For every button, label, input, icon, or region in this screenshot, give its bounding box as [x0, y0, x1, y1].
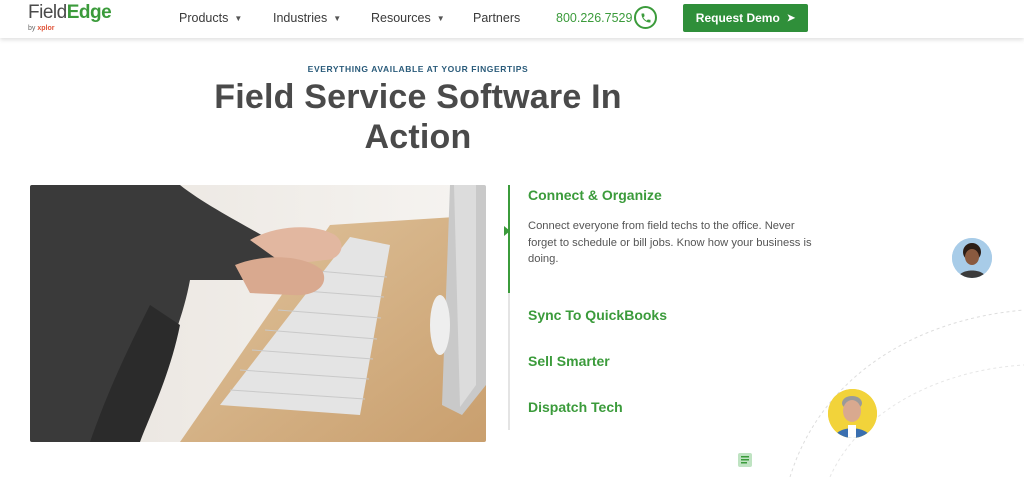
nav-label: Industries	[273, 11, 328, 25]
section-title: Field Service Software In Action	[214, 78, 622, 156]
phone-icon[interactable]	[634, 6, 657, 29]
feature-rail-active	[508, 185, 510, 293]
feature-tab-sync-quickbooks[interactable]: Sync To QuickBooks	[528, 307, 667, 323]
feature-tab-sell-smarter[interactable]: Sell Smarter	[528, 353, 610, 369]
document-icon	[737, 452, 753, 468]
logo-text-field: Field	[28, 2, 67, 23]
avatar-technician-man	[828, 389, 877, 438]
section-eyebrow: EVERYTHING AVAILABLE AT YOUR FINGERTIPS	[307, 64, 529, 74]
logo-sub-prefix: by	[28, 25, 36, 32]
request-demo-button[interactable]: Request Demo ➤	[683, 4, 808, 32]
nav-item-industries[interactable]: Industries ▼	[273, 11, 341, 25]
phone-number-link[interactable]: 800.226.7529	[556, 11, 632, 25]
typing-keyboard-photo	[30, 185, 486, 442]
chevron-down-icon: ▼	[234, 13, 243, 23]
logo-sub-brand: xplor	[37, 25, 55, 32]
nav-label: Partners	[473, 11, 521, 25]
logo-text-edge: Edge	[66, 2, 112, 23]
site-header: FieldEdge by xplor Products ▼ Industries…	[0, 0, 1024, 38]
nav-label: Resources	[371, 11, 431, 25]
logo-subtitle: by xplor	[28, 24, 111, 33]
avatar-technician-woman	[952, 238, 992, 278]
nav-item-products[interactable]: Products ▼	[179, 11, 242, 25]
active-pointer-icon	[504, 226, 510, 236]
feature-tab-dispatch-tech[interactable]: Dispatch Tech	[528, 399, 623, 415]
cta-label: Request Demo	[695, 11, 780, 25]
fieldedge-logo[interactable]: FieldEdge by xplor	[28, 2, 112, 33]
nav-item-partners[interactable]: Partners	[473, 11, 520, 25]
arrow-right-icon: ➤	[786, 12, 796, 24]
feature-tab-connect-organize[interactable]: Connect & Organize	[528, 187, 662, 203]
chevron-down-icon: ▼	[436, 13, 445, 23]
chevron-down-icon: ▼	[333, 13, 342, 23]
nav-item-resources[interactable]: Resources ▼	[371, 11, 445, 25]
nav-label: Products	[179, 11, 229, 25]
